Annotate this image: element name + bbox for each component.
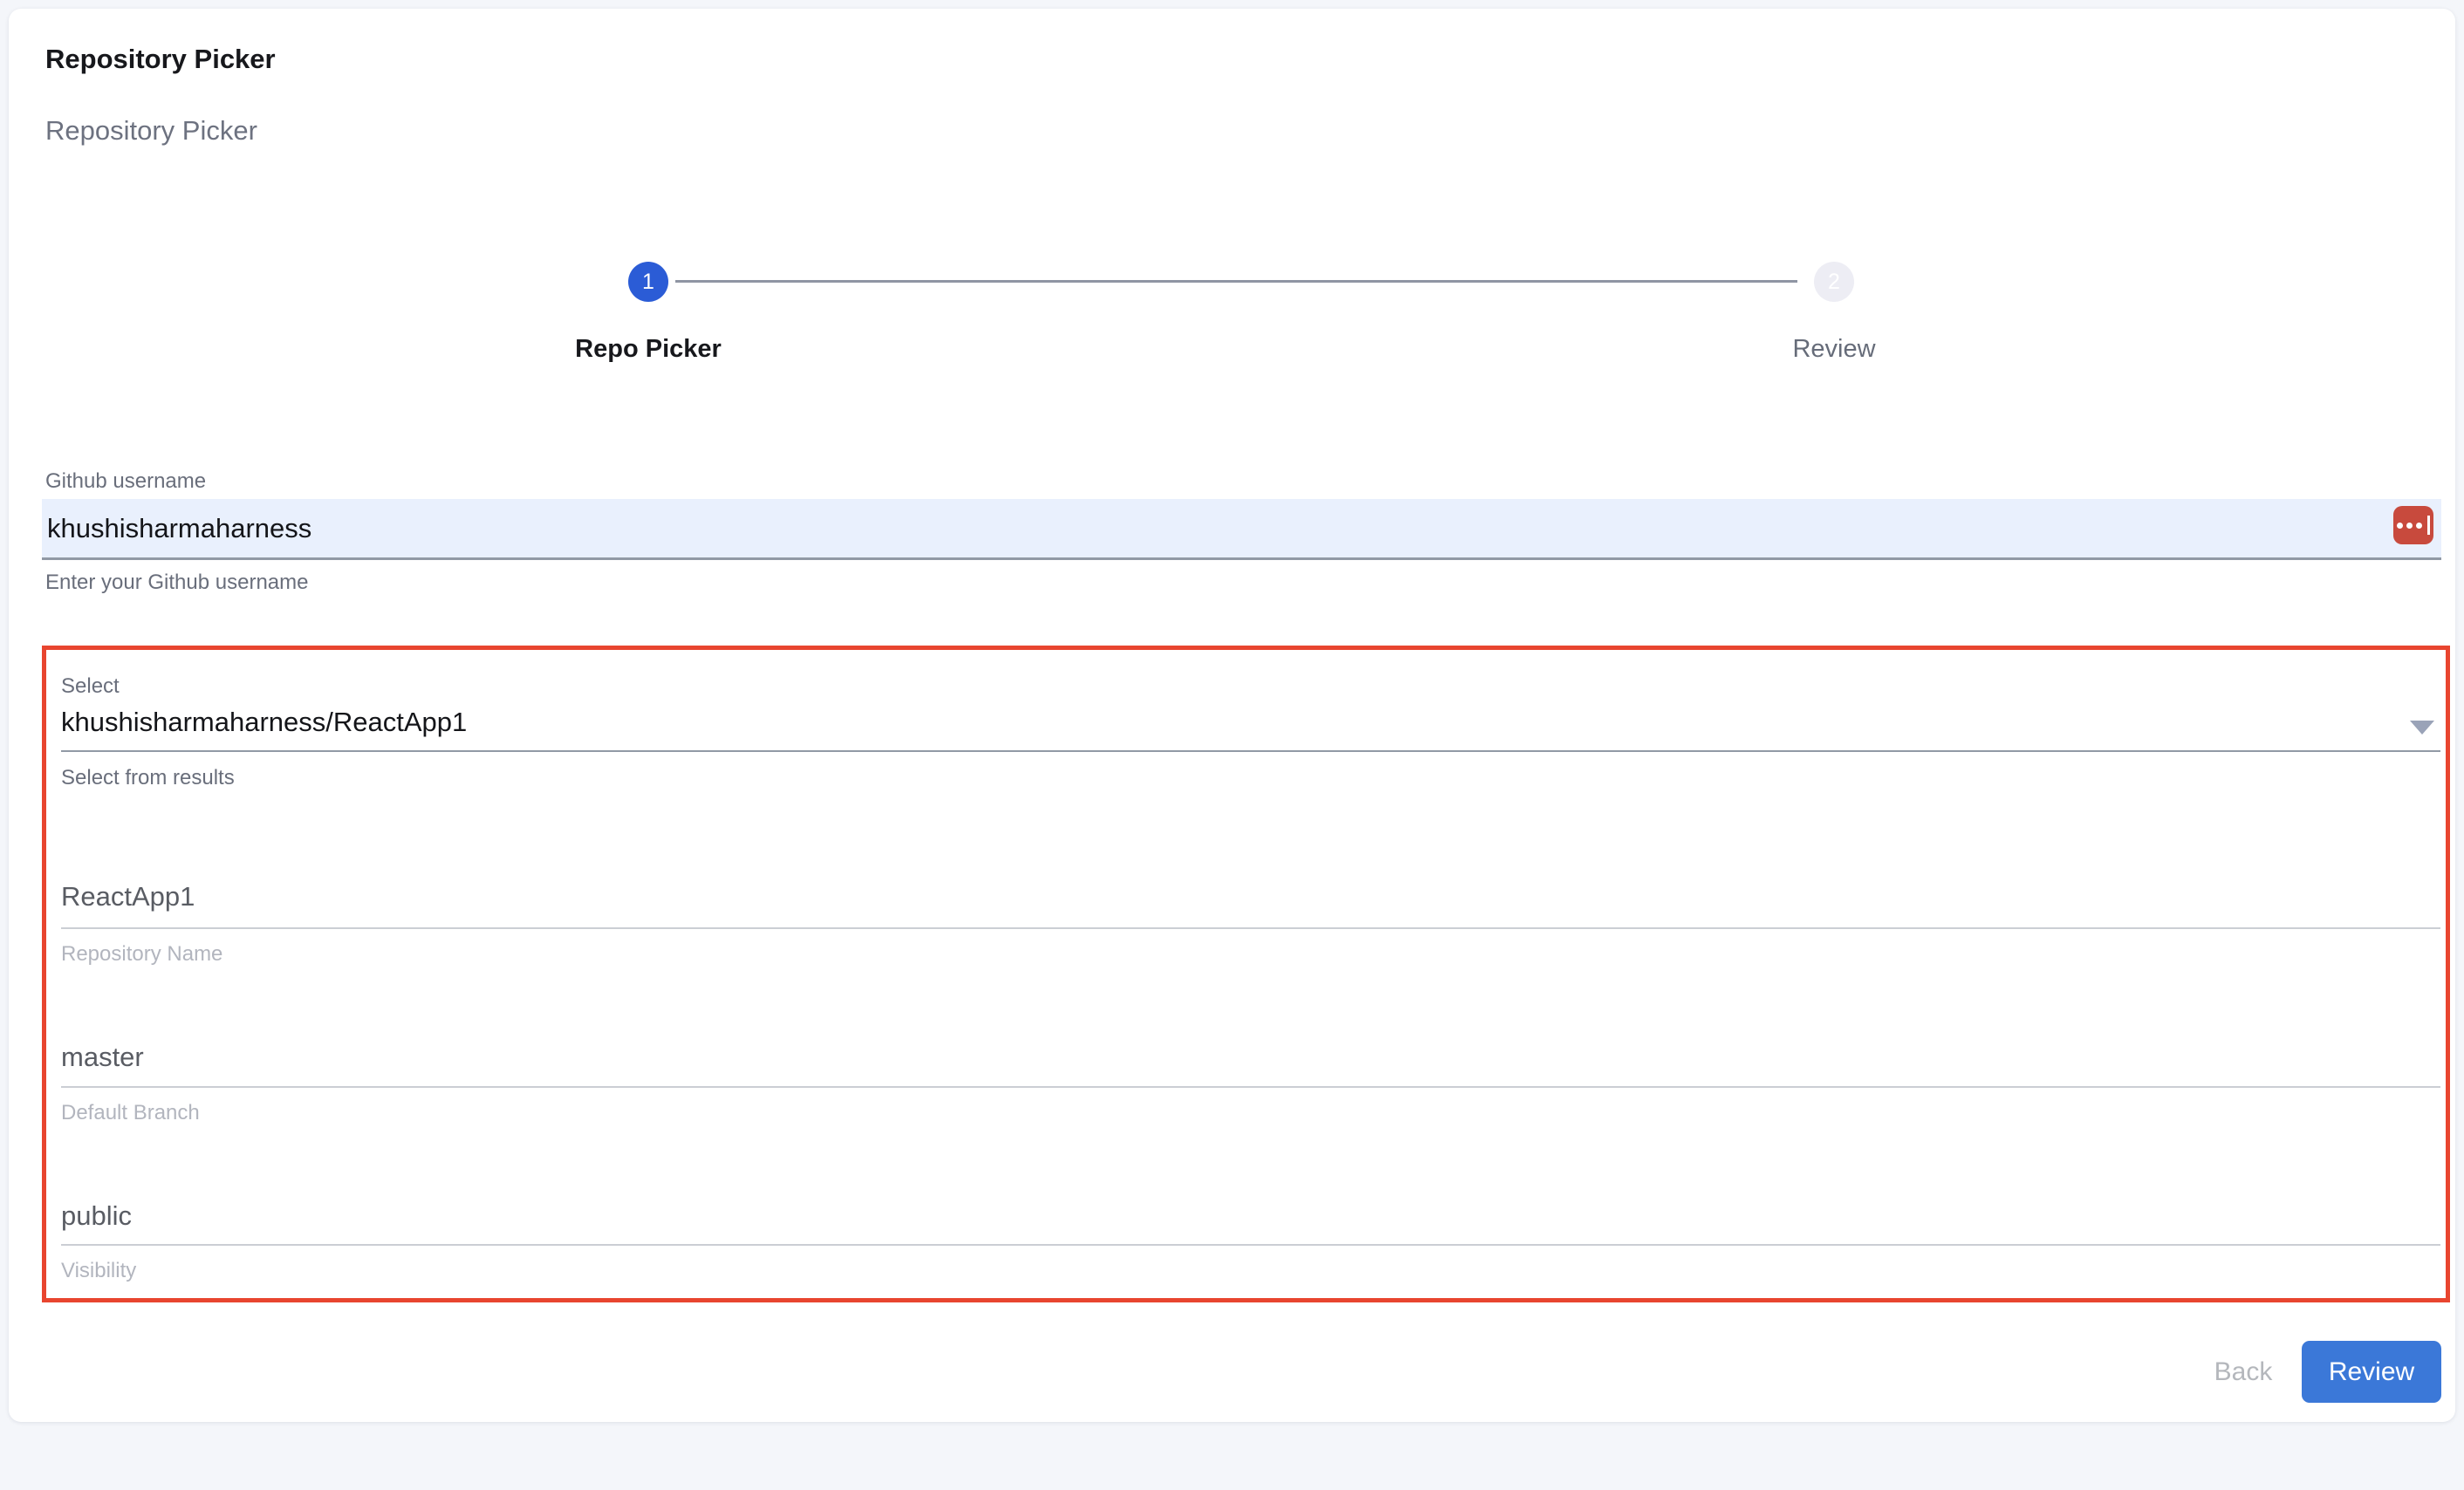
step-connector-line (675, 280, 1797, 283)
step-1-number: 1 (642, 270, 654, 295)
review-button[interactable]: Review (2302, 1341, 2441, 1403)
repository-name-underline (61, 927, 2440, 929)
repo-select-value: khushisharmaharness/ReactApp1 (61, 705, 2440, 740)
lastpass-icon[interactable] (2393, 506, 2433, 544)
repository-picker-card: Repository Picker Repository Picker 1 2 … (9, 9, 2455, 1422)
lastpass-bar (2427, 516, 2430, 535)
github-username-helper: Enter your Github username (45, 571, 309, 595)
step-1-label: Repo Picker (575, 335, 722, 364)
step-2-label: Review (1792, 335, 1875, 364)
step-1-circle[interactable]: 1 (628, 262, 668, 302)
default-branch-label: Default Branch (61, 1101, 200, 1125)
repo-select-field[interactable]: khushisharmaharness/ReactApp1 (61, 705, 2440, 752)
visibility-label: Visibility (61, 1259, 136, 1283)
page-title: Repository Picker (45, 44, 276, 75)
lastpass-dot (2416, 523, 2422, 529)
github-username-input[interactable] (42, 499, 2441, 560)
visibility-underline (61, 1244, 2440, 1246)
repo-select-helper: Select from results (61, 766, 235, 790)
visibility-input[interactable]: public (61, 1200, 2434, 1232)
step-2-number: 2 (1828, 270, 1840, 295)
default-branch-input[interactable]: master (61, 1042, 2434, 1073)
repository-name-label: Repository Name (61, 942, 222, 967)
default-branch-underline (61, 1086, 2440, 1088)
chevron-down-icon[interactable] (2410, 721, 2434, 735)
repo-select-underline (61, 750, 2440, 752)
step-2-circle[interactable]: 2 (1814, 262, 1854, 302)
github-username-label: Github username (45, 469, 206, 494)
back-button[interactable]: Back (2195, 1345, 2291, 1399)
lastpass-dot (2397, 523, 2403, 529)
page-subtitle: Repository Picker (45, 115, 257, 147)
repo-select-label: Select (61, 674, 120, 699)
lastpass-dot (2406, 523, 2413, 529)
repository-name-input[interactable]: ReactApp1 (61, 881, 2434, 912)
